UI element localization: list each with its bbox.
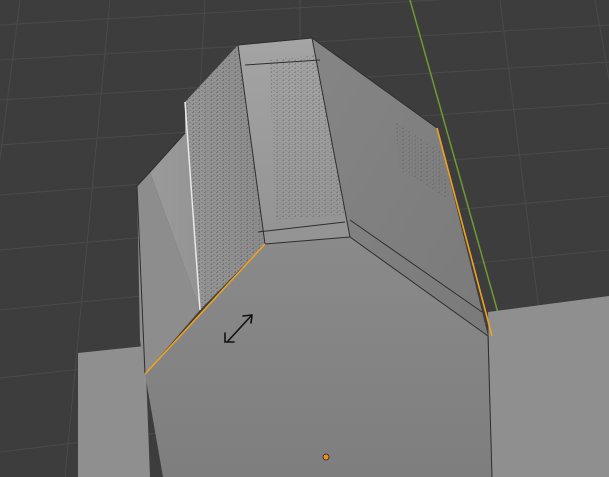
base-plane-right[interactable]: [488, 296, 609, 477]
object-origin-point[interactable]: [322, 453, 330, 461]
base-plane[interactable]: [78, 346, 150, 477]
3d-viewport[interactable]: [0, 0, 609, 477]
viewport-scene: [0, 0, 609, 477]
